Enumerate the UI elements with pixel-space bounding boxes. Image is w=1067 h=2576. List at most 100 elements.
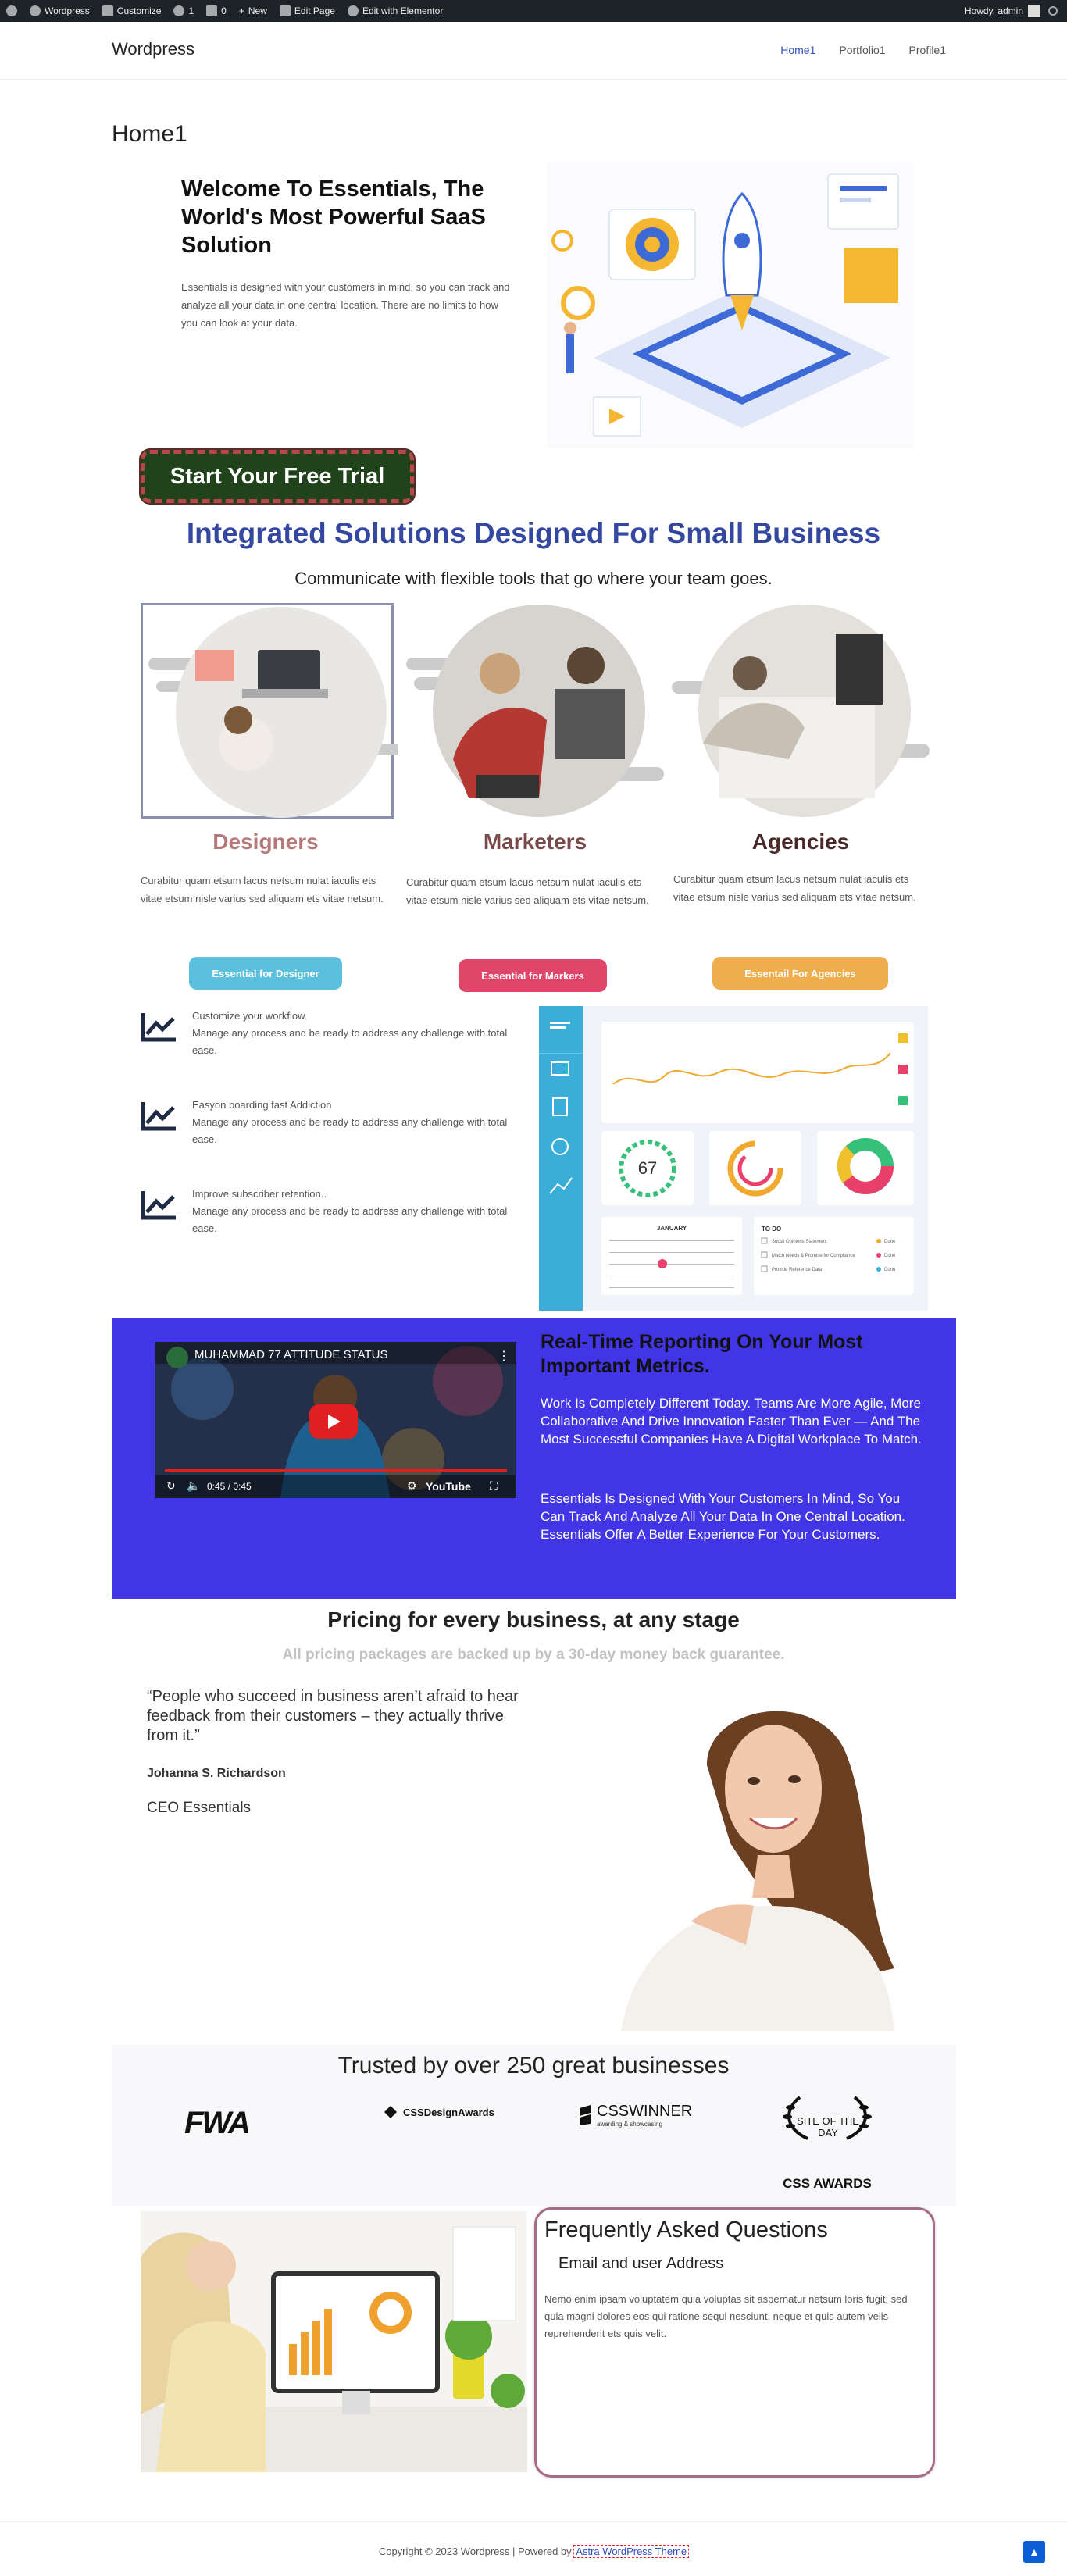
card-text-marketers: Curabitur quam etsum lacus netsum nulat … — [406, 876, 649, 906]
card-title-marketers: Marketers — [483, 830, 587, 854]
volume-icon[interactable]: 🔈 — [187, 1479, 200, 1493]
integrated-subtitle: Communicate with flexible tools that go … — [294, 569, 773, 588]
feature-desc: Manage any process and be ready to addre… — [192, 1205, 508, 1234]
admin-elementor-link[interactable]: Edit with Elementor — [341, 0, 449, 22]
howdy-user[interactable]: Howdy, admin — [965, 5, 1023, 16]
nav-item-profile1[interactable]: Profile1 — [909, 44, 946, 56]
faq-question[interactable]: Email and user Address — [558, 2255, 723, 2273]
agencies-photo — [672, 605, 930, 817]
faq-title: Frequently Asked Questions — [544, 2217, 828, 2242]
play-button[interactable] — [309, 1404, 358, 1439]
brush-icon — [102, 5, 113, 16]
play-icon — [328, 1415, 341, 1429]
card-text-designers: Curabitur quam etsum lacus netsum nulat … — [141, 875, 384, 904]
feature-item: Improve subscriber retention.. Manage any… — [141, 1186, 531, 1240]
dashboard-illustration: 67 JANUARY TO DO Social Opinions Stateme… — [539, 1006, 914, 1311]
cssdesignawards-logo: CSSDesignAwards — [383, 2104, 494, 2120]
feature-desc: Manage any process and be ready to addre… — [192, 1027, 508, 1056]
trend-chart-icon — [141, 1102, 176, 1131]
fullscreen-icon[interactable]: ⛶ — [490, 1479, 498, 1493]
pricing-title: Pricing for every business, at any stage — [327, 1607, 740, 1632]
realtime-paragraph-2: Essentials Is Designed With Your Custome… — [541, 1491, 905, 1542]
home-icon — [30, 5, 41, 16]
site-header: Wordpress Home1 Portfolio1 Profile1 — [0, 22, 1067, 80]
copyright-text: Copyright © 2023 Wordpress | Powered by — [378, 2546, 572, 2557]
todo-status: Done — [884, 1254, 896, 1258]
start-free-trial-button[interactable]: Start Your Free Trial — [141, 450, 414, 503]
pencil-icon — [279, 5, 291, 16]
realtime-paragraph-1: Work Is Completely Different Today. Team… — [541, 1396, 922, 1447]
todo-title: TO DO — [762, 1226, 781, 1233]
todo-task: Match Needs & Promise for Compliance — [772, 1254, 855, 1258]
calendar-month: JANUARY — [657, 1225, 687, 1232]
feature-item: Customize your workflow. Manage any proce… — [141, 1008, 531, 1062]
gauge-value: 67 — [638, 1158, 657, 1178]
video-time: 0:45 / 0:45 — [207, 1481, 252, 1492]
realtime-title: Real-Time Reporting On Your Most Importa… — [541, 1331, 863, 1377]
testimonial-name: Johanna S. Richardson — [147, 1767, 286, 1780]
main-nav: Home1 Portfolio1 Profile1 — [780, 44, 946, 56]
essential-for-designer-button[interactable]: Essential for Designer — [189, 957, 342, 990]
csswinner-mark — [580, 2105, 591, 2125]
hero-description: Essentials is designed with your custome… — [181, 281, 510, 329]
admin-new-link[interactable]: + New — [233, 0, 273, 22]
youtube-logo[interactable]: YouTube — [426, 1480, 471, 1493]
card-text-agencies: Curabitur quam etsum lacus netsum nulat … — [673, 873, 916, 903]
feature-text: Easyon boarding fast Addiction Manage any… — [192, 1097, 520, 1148]
card-title-designers: Designers — [212, 830, 319, 854]
trend-chart-icon — [141, 1191, 176, 1220]
video-title[interactable]: MUHAMMAD 77 ATTITUDE STATUS — [194, 1348, 388, 1361]
channel-avatar[interactable] — [166, 1347, 188, 1368]
hero-title: Welcome To Essentials, The World's Most … — [181, 177, 486, 258]
comment-icon — [206, 5, 218, 16]
todo-status: Done — [884, 1268, 896, 1272]
pricing-subtitle: All pricing packages are backed up by a … — [282, 1647, 785, 1663]
fwa-logo: FWA — [184, 2106, 251, 2140]
nav-item-home1[interactable]: Home1 — [780, 44, 815, 56]
marketers-photo — [406, 605, 664, 817]
wordpress-icon — [6, 5, 17, 16]
admin-customize-link[interactable]: Customize — [96, 0, 168, 22]
avatar[interactable] — [1028, 5, 1040, 17]
site-title[interactable]: Wordpress — [112, 39, 194, 59]
wp-logo-menu[interactable] — [0, 0, 23, 22]
page-title: Home1 — [112, 121, 187, 147]
feature-text: Improve subscriber retention.. Manage any… — [192, 1186, 520, 1237]
elementor-icon — [347, 5, 359, 16]
youtube-video-player[interactable]: MUHAMMAD 77 ATTITUDE STATUS ⋮ ↻ 🔈 0:45 /… — [155, 1342, 516, 1498]
cssdesignawards-mark — [384, 2106, 397, 2118]
feature-item: Easyon boarding fast Addiction Manage any… — [141, 1097, 531, 1151]
chevron-up-icon: ▲ — [1029, 2546, 1040, 2558]
astra-theme-link[interactable]: Astra WordPress Theme — [573, 2545, 690, 2558]
feature-title: Easyon boarding fast Addiction — [192, 1099, 332, 1111]
todo-status: Done — [884, 1240, 896, 1244]
admin-bar: Wordpress Customize 1 0 + New Edit Page E… — [0, 0, 1067, 22]
search-icon[interactable] — [1048, 6, 1058, 16]
testimonial-quote: “People who succeed in business aren’t a… — [147, 1688, 519, 1744]
more-options-icon[interactable]: ⋮ — [498, 1348, 510, 1364]
plus-icon: + — [238, 5, 244, 16]
css-awards-logo: CSS AWARDS — [783, 2176, 872, 2191]
integrated-title: Integrated Solutions Designed For Small … — [186, 517, 881, 549]
updates-icon — [173, 5, 185, 16]
scroll-to-top-button[interactable]: ▲ — [1023, 2541, 1045, 2563]
admin-site-link[interactable]: Wordpress — [23, 0, 96, 22]
site-of-the-day-text: SITE OF THE DAY — [797, 2115, 859, 2139]
dashboard-mockup: 67 JANUARY TO DO Social Opinions Stateme… — [539, 1006, 928, 1311]
replay-icon[interactable]: ↻ — [166, 1479, 176, 1493]
nav-item-portfolio1[interactable]: Portfolio1 — [839, 44, 885, 56]
trend-chart-icon — [141, 1013, 176, 1042]
feature-text: Customize your workflow. Manage any proce… — [192, 1008, 520, 1059]
todo-task: Social Opinions Statement — [772, 1240, 827, 1244]
essential-for-markers-button[interactable]: Essential for Markers — [459, 959, 607, 992]
admin-edit-page-link[interactable]: Edit Page — [273, 0, 341, 22]
essential-for-agencies-button[interactable]: Essentail For Agencies — [712, 957, 888, 990]
feature-title: Customize your workflow. — [192, 1010, 308, 1022]
admin-comments-link[interactable]: 0 — [200, 0, 233, 22]
trusted-title: Trusted by over 250 great businesses — [337, 2053, 730, 2078]
admin-updates-link[interactable]: 1 — [167, 0, 200, 22]
designers-photo — [148, 607, 398, 818]
settings-gear-icon[interactable]: ⚙ — [407, 1479, 417, 1493]
csswinner-logo: CSSWINNER awarding & showcasing — [578, 2103, 692, 2128]
site-footer: Copyright © 2023 Wordpress | Powered by … — [0, 2521, 1067, 2576]
